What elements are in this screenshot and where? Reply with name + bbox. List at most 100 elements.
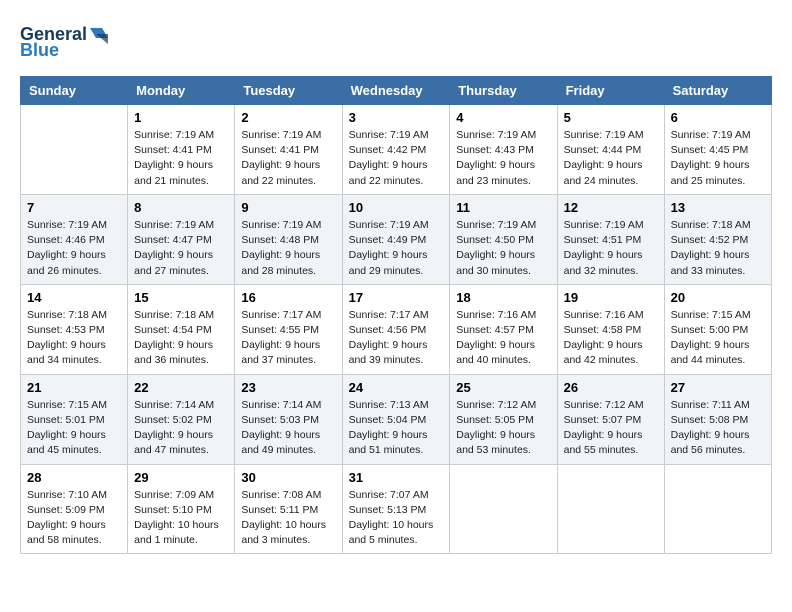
day-info: Sunrise: 7:19 AMSunset: 4:47 PMDaylight:… [134,218,228,279]
week-row-2: 7 Sunrise: 7:19 AMSunset: 4:46 PMDaylight… [21,194,772,284]
day-number: 29 [134,470,228,485]
day-cell: 18 Sunrise: 7:16 AMSunset: 4:57 PMDayligh… [450,284,557,374]
day-info: Sunrise: 7:11 AMSunset: 5:08 PMDaylight:… [671,398,765,459]
day-cell: 16 Sunrise: 7:17 AMSunset: 4:55 PMDayligh… [235,284,342,374]
day-number: 19 [564,290,658,305]
col-header-saturday: Saturday [664,77,771,105]
day-info: Sunrise: 7:08 AMSunset: 5:11 PMDaylight:… [241,488,335,549]
day-cell [664,464,771,554]
day-cell: 30 Sunrise: 7:08 AMSunset: 5:11 PMDayligh… [235,464,342,554]
day-cell: 23Sunrise: 7:14 AMSunset: 5:03 PMDayligh… [235,374,342,464]
day-cell: 22Sunrise: 7:14 AMSunset: 5:02 PMDayligh… [128,374,235,464]
day-info: Sunrise: 7:18 AMSunset: 4:54 PMDaylight:… [134,308,228,369]
day-cell: 25 Sunrise: 7:12 AMSunset: 5:05 PMDayligh… [450,374,557,464]
day-cell: 1 Sunrise: 7:19 AMSunset: 4:41 PMDaylight… [128,105,235,195]
day-number: 10 [349,200,444,215]
day-cell: 5 Sunrise: 7:19 AMSunset: 4:44 PMDaylight… [557,105,664,195]
day-number: 23 [241,380,335,395]
day-info: Sunrise: 7:10 AMSunset: 5:09 PMDaylight:… [27,488,121,549]
day-cell: 4 Sunrise: 7:19 AMSunset: 4:43 PMDaylight… [450,105,557,195]
day-cell [557,464,664,554]
day-cell: 20Sunrise: 7:15 AMSunset: 5:00 PMDayligh… [664,284,771,374]
day-number: 26 [564,380,658,395]
day-cell: 10Sunrise: 7:19 AMSunset: 4:49 PMDayligh… [342,194,450,284]
day-cell: 3Sunrise: 7:19 AMSunset: 4:42 PMDaylight… [342,105,450,195]
col-header-monday: Monday [128,77,235,105]
week-row-3: 14Sunrise: 7:18 AMSunset: 4:53 PMDayligh… [21,284,772,374]
day-cell: 7 Sunrise: 7:19 AMSunset: 4:46 PMDaylight… [21,194,128,284]
day-info: Sunrise: 7:19 AMSunset: 4:50 PMDaylight:… [456,218,550,279]
day-info: Sunrise: 7:19 AMSunset: 4:48 PMDaylight:… [241,218,335,279]
day-number: 25 [456,380,550,395]
day-info: Sunrise: 7:07 AMSunset: 5:13 PMDaylight:… [349,488,444,549]
day-cell: 29 Sunrise: 7:09 AMSunset: 5:10 PMDayligh… [128,464,235,554]
day-number: 12 [564,200,658,215]
col-header-tuesday: Tuesday [235,77,342,105]
day-number: 11 [456,200,550,215]
day-cell: 14Sunrise: 7:18 AMSunset: 4:53 PMDayligh… [21,284,128,374]
day-info: Sunrise: 7:19 AMSunset: 4:41 PMDaylight:… [134,128,228,189]
day-cell: 31 Sunrise: 7:07 AMSunset: 5:13 PMDayligh… [342,464,450,554]
day-number: 7 [27,200,121,215]
day-number: 9 [241,200,335,215]
day-number: 5 [564,110,658,125]
day-cell: 28 Sunrise: 7:10 AMSunset: 5:09 PMDayligh… [21,464,128,554]
calendar-header-row: SundayMondayTuesdayWednesdayThursdayFrid… [21,77,772,105]
day-info: Sunrise: 7:17 AMSunset: 4:56 PMDaylight:… [349,308,444,369]
day-cell: 9 Sunrise: 7:19 AMSunset: 4:48 PMDaylight… [235,194,342,284]
day-number: 16 [241,290,335,305]
day-cell: 17 Sunrise: 7:17 AMSunset: 4:56 PMDayligh… [342,284,450,374]
day-cell: 6Sunrise: 7:19 AMSunset: 4:45 PMDaylight… [664,105,771,195]
svg-text:Blue: Blue [20,40,59,60]
day-number: 13 [671,200,765,215]
day-info: Sunrise: 7:15 AMSunset: 5:01 PMDaylight:… [27,398,121,459]
day-info: Sunrise: 7:12 AMSunset: 5:05 PMDaylight:… [456,398,550,459]
day-cell: 27 Sunrise: 7:11 AMSunset: 5:08 PMDayligh… [664,374,771,464]
logo-svg: General Blue [20,20,110,60]
col-header-thursday: Thursday [450,77,557,105]
day-info: Sunrise: 7:16 AMSunset: 4:58 PMDaylight:… [564,308,658,369]
week-row-1: 1 Sunrise: 7:19 AMSunset: 4:41 PMDaylight… [21,105,772,195]
day-number: 2 [241,110,335,125]
day-number: 17 [349,290,444,305]
day-number: 21 [27,380,121,395]
day-cell: 19 Sunrise: 7:16 AMSunset: 4:58 PMDayligh… [557,284,664,374]
day-cell: 24 Sunrise: 7:13 AMSunset: 5:04 PMDayligh… [342,374,450,464]
day-number: 3 [349,110,444,125]
day-info: Sunrise: 7:19 AMSunset: 4:43 PMDaylight:… [456,128,550,189]
day-info: Sunrise: 7:19 AMSunset: 4:46 PMDaylight:… [27,218,121,279]
day-cell [21,105,128,195]
day-number: 6 [671,110,765,125]
day-info: Sunrise: 7:18 AMSunset: 4:53 PMDaylight:… [27,308,121,369]
day-number: 4 [456,110,550,125]
day-info: Sunrise: 7:18 AMSunset: 4:52 PMDaylight:… [671,218,765,279]
day-cell: 13 Sunrise: 7:18 AMSunset: 4:52 PMDayligh… [664,194,771,284]
col-header-sunday: Sunday [21,77,128,105]
day-info: Sunrise: 7:19 AMSunset: 4:44 PMDaylight:… [564,128,658,189]
logo: General Blue [20,20,110,60]
day-number: 24 [349,380,444,395]
col-header-friday: Friday [557,77,664,105]
day-number: 22 [134,380,228,395]
day-number: 30 [241,470,335,485]
day-number: 8 [134,200,228,215]
day-number: 20 [671,290,765,305]
day-info: Sunrise: 7:16 AMSunset: 4:57 PMDaylight:… [456,308,550,369]
calendar-table: SundayMondayTuesdayWednesdayThursdayFrid… [20,76,772,554]
day-info: Sunrise: 7:09 AMSunset: 5:10 PMDaylight:… [134,488,228,549]
day-info: Sunrise: 7:13 AMSunset: 5:04 PMDaylight:… [349,398,444,459]
col-header-wednesday: Wednesday [342,77,450,105]
day-info: Sunrise: 7:19 AMSunset: 4:51 PMDaylight:… [564,218,658,279]
day-number: 28 [27,470,121,485]
day-cell: 2Sunrise: 7:19 AMSunset: 4:41 PMDaylight… [235,105,342,195]
day-number: 27 [671,380,765,395]
day-number: 1 [134,110,228,125]
day-cell: 12 Sunrise: 7:19 AMSunset: 4:51 PMDayligh… [557,194,664,284]
day-number: 18 [456,290,550,305]
day-cell: 8 Sunrise: 7:19 AMSunset: 4:47 PMDaylight… [128,194,235,284]
week-row-4: 21 Sunrise: 7:15 AMSunset: 5:01 PMDayligh… [21,374,772,464]
day-number: 31 [349,470,444,485]
page-header: General Blue [20,20,772,60]
day-info: Sunrise: 7:17 AMSunset: 4:55 PMDaylight:… [241,308,335,369]
day-cell: 21 Sunrise: 7:15 AMSunset: 5:01 PMDayligh… [21,374,128,464]
